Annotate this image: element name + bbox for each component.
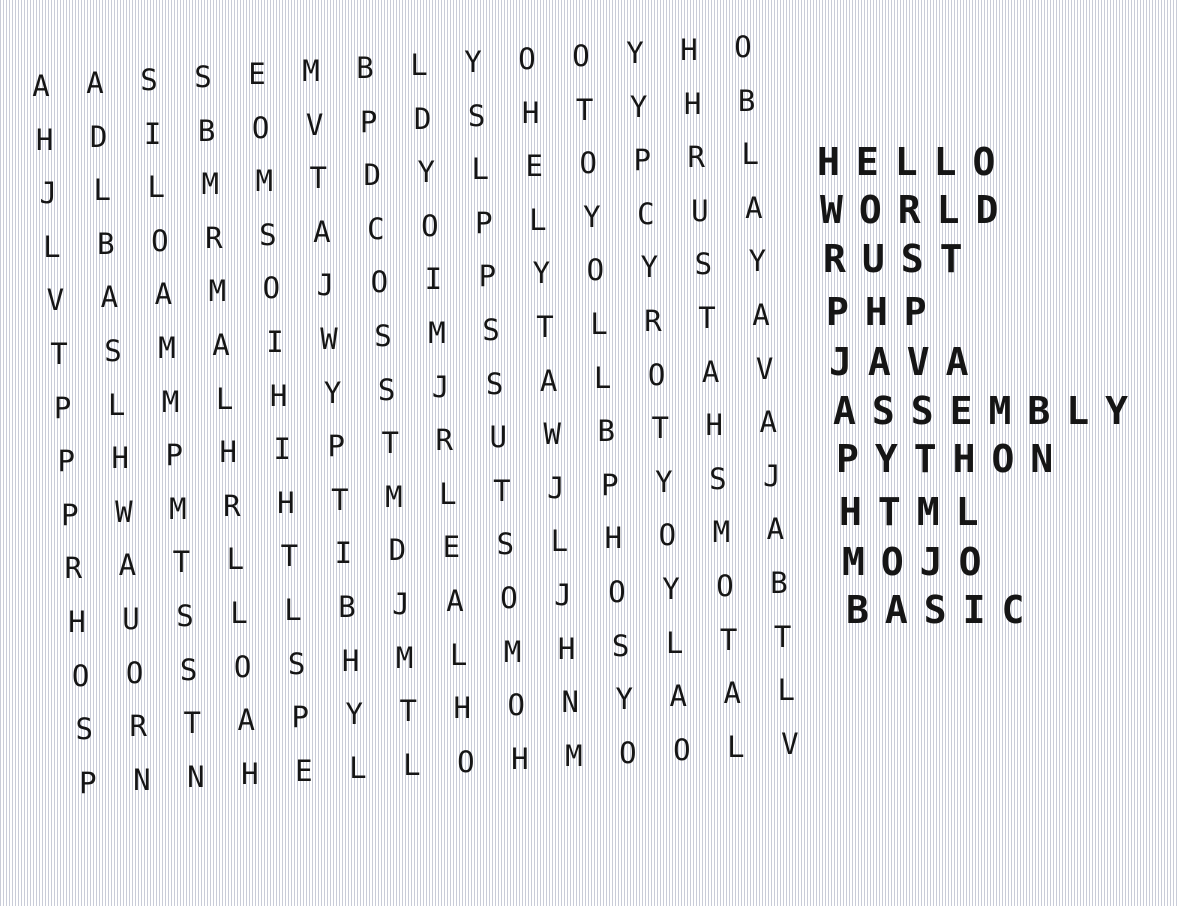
grid-cell: A bbox=[237, 703, 255, 738]
word-list-item: MOJO bbox=[842, 540, 998, 584]
grid-cell: L bbox=[349, 750, 367, 785]
word-list-item: JAVA bbox=[829, 340, 985, 384]
grid-cell: V bbox=[781, 726, 799, 761]
word-list-item: ASSEMBLY bbox=[833, 389, 1145, 433]
grid-cell: R bbox=[129, 709, 147, 744]
grid-cell: H bbox=[511, 741, 529, 776]
grid-cell: N bbox=[187, 759, 205, 794]
grid-cell: O bbox=[619, 735, 637, 770]
grid-cell: M bbox=[565, 738, 583, 773]
grid-cell: E bbox=[295, 753, 313, 788]
word-list-item: PHP bbox=[826, 290, 943, 334]
word-list-item: WORLD bbox=[820, 188, 1015, 232]
word-list: HELLO WORLD RUST PHP JAVA ASSEMBLY PYTHO… bbox=[0, 0, 1177, 700]
grid-cell: S bbox=[75, 712, 93, 747]
grid-cell: P bbox=[291, 700, 309, 735]
grid-cell: H bbox=[241, 756, 259, 791]
grid-cell: O bbox=[673, 732, 691, 767]
grid-cell: P bbox=[79, 765, 97, 800]
word-list-item: PYTHON bbox=[836, 437, 1070, 481]
grid-cell: L bbox=[727, 729, 745, 764]
word-list-item: HTML bbox=[839, 490, 995, 534]
grid-cell: L bbox=[403, 747, 421, 782]
grid-cell: N bbox=[133, 762, 151, 797]
grid-cell: O bbox=[457, 744, 475, 779]
word-list-item: HELLO bbox=[817, 140, 1012, 184]
word-list-item: BASIC bbox=[846, 588, 1041, 632]
grid-cell: T bbox=[183, 706, 201, 741]
grid-cell: Y bbox=[345, 697, 363, 732]
word-list-item: RUST bbox=[823, 237, 979, 281]
